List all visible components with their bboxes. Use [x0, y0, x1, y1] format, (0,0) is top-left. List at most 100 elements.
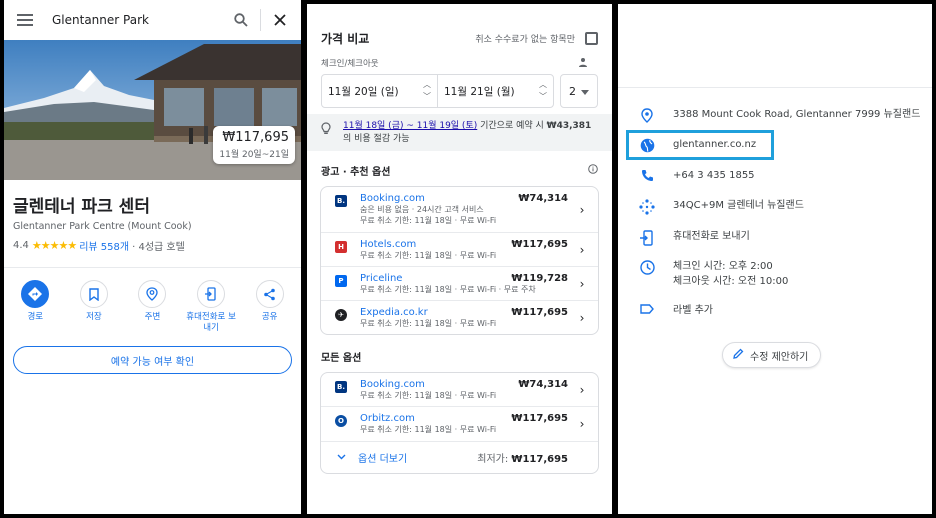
offer-detail: 무료 취소 기한: 11월 18일 · 무료 Wi-Fi [360, 318, 497, 328]
all-options-title: 모든 옵션 [321, 353, 362, 365]
hotel-subtitle: Glentanner Park Centre (Mount Cook) [13, 221, 192, 232]
search-bar: Glentanner Park [4, 0, 301, 40]
offer-price: ₩74,314 [518, 379, 568, 391]
lightbulb-icon [321, 122, 331, 140]
offer-row[interactable]: B. Booking.com ₩74,314 숨은 비용 없음 · 24시간 고객… [321, 187, 598, 231]
price-compare-title: 가격 비교 [321, 32, 370, 46]
tip-amount: ₩43,381 [546, 121, 592, 131]
search-input[interactable]: Glentanner Park [52, 13, 230, 27]
menu-icon[interactable] [14, 9, 36, 31]
phone-row[interactable]: +64 3 435 1855 [638, 169, 755, 184]
offer-site: Expedia.co.kr [360, 306, 428, 318]
action-label: 저장 [86, 312, 102, 322]
plus-code-row[interactable]: 34QC+9M 글렌테너 뉴질랜드 [638, 199, 804, 215]
offer-site: Booking.com [360, 193, 425, 205]
offer-site: Priceline [360, 272, 403, 284]
search-icon[interactable] [230, 9, 252, 31]
offer-row[interactable]: H Hotels.com ₩117,695 무료 취소 기한: 11월 18일 ·… [321, 231, 598, 266]
ads-card: B. Booking.com ₩74,314 숨은 비용 없음 · 24시간 고객… [320, 186, 599, 336]
review-count-link[interactable]: 리뷰 558개 [79, 238, 129, 253]
plus-code-icon [638, 199, 656, 215]
rating-row: 4.4 ★★★★★ 리뷰 558개 · 4성급 호텔 [13, 238, 292, 253]
website-highlight-box [626, 130, 774, 160]
location-pin-icon [638, 108, 656, 123]
expedia-logo-icon: ✈ [335, 308, 347, 321]
send-to-phone-icon [197, 280, 226, 308]
place-panel: Glentanner Park ₩117,695 11월 20일~21일 글렌테… [4, 0, 301, 514]
lowest-price-value: ₩117,695 [511, 453, 568, 465]
offer-site: Hotels.com [360, 238, 417, 250]
badge-price: ₩117,695 [222, 130, 289, 145]
ads-section-title: 광고 · 추천 옵션 [321, 167, 391, 179]
free-cancel-checkbox[interactable]: 취소 수수료가 없는 항목만 [475, 32, 598, 45]
all-options-card: B. Booking.com ₩74,314 무료 취소 기한: 11월 18일 … [320, 372, 599, 474]
divider [260, 9, 261, 31]
bookmark-icon [79, 280, 108, 308]
offer-detail: 무료 취소 기한: 11월 18일 · 무료 Wi-Fi [360, 391, 497, 401]
suggest-edit-label: 수정 제안하기 [750, 351, 809, 363]
directions-icon [21, 280, 50, 308]
offer-price: ₩117,695 [511, 306, 568, 318]
chevron-right-icon: › [579, 202, 585, 217]
guest-count: 2 [569, 84, 576, 98]
divider [618, 87, 932, 88]
checkin-date[interactable]: 11월 20일 (일) ︿ ﹀ [322, 75, 437, 107]
offer-row[interactable]: B. Booking.com ₩74,314 무료 취소 기한: 11월 18일 … [321, 373, 598, 406]
tip-dates-link[interactable]: 11월 18일 (금) ~ 11월 19일 (토) [343, 121, 477, 131]
hotel-photo[interactable]: ₩117,695 11월 20일~21일 [4, 40, 301, 180]
offer-row[interactable]: O Orbitz.com ₩117,695 무료 취소 기한: 11월 18일 ·… [321, 406, 598, 440]
save-button[interactable]: 저장 [66, 280, 122, 334]
checkin-time: 체크인 시간: 오후 2:00 [673, 261, 773, 272]
share-button[interactable]: 공유 [242, 280, 298, 334]
close-icon[interactable] [269, 9, 291, 31]
chevron-down-icon [337, 452, 346, 463]
stepper-arrows-icon[interactable]: ︿ ﹀ [539, 79, 547, 103]
checkin-date-value: 11월 20일 (일) [328, 85, 399, 98]
chevron-right-icon: › [579, 276, 585, 291]
offer-detail: 무료 취소 기한: 11월 18일 · 무료 Wi-Fi [360, 425, 497, 435]
send-to-phone-row[interactable]: 휴대전화로 보내기 [638, 230, 750, 246]
phone-icon [638, 169, 656, 182]
offer-site: Orbitz.com [360, 413, 415, 425]
action-label: 휴대전화로 보내기 [186, 312, 236, 334]
checkout-time: 체크아웃 시간: 오전 10:00 [673, 275, 789, 287]
chevron-right-icon: › [579, 311, 585, 326]
send-to-phone-icon [638, 230, 656, 246]
free-cancel-label: 취소 수수료가 없는 항목만 [475, 35, 575, 45]
hotel-class: · 4성급 호텔 [132, 242, 185, 253]
booking-logo-icon: B. [335, 195, 347, 208]
check-availability-button[interactable]: 예약 가능 여부 확인 [13, 346, 292, 375]
send-to-phone-button[interactable]: 휴대전화로 보내기 [183, 280, 239, 334]
guest-count-select[interactable]: 2 [560, 74, 598, 108]
savings-tip[interactable]: 11월 18일 (금) ~ 11월 19일 (토) 기간으로 예약 시 ₩43,… [307, 114, 612, 152]
checkout-date-value: 11월 21일 (월) [444, 85, 515, 98]
chevron-right-icon: › [579, 383, 585, 398]
address-text: 3388 Mount Cook Road, Glentanner 7999 뉴질… [673, 109, 921, 120]
more-options-button[interactable]: 옵션 더보기 [337, 450, 407, 465]
address-row[interactable]: 3388 Mount Cook Road, Glentanner 7999 뉴질… [638, 108, 920, 123]
directions-button[interactable]: 경로 [7, 280, 63, 334]
nearby-button[interactable]: 주변 [124, 280, 180, 334]
offer-detail: 숨은 비용 없음 · 24시간 고객 서비스 [360, 205, 484, 215]
action-bar: 경로 저장 주변 휴대전화로 보내기 공유 [4, 268, 301, 334]
checkin-time-row: 체크인 시간: 오후 2:00 체크아웃 시간: 오전 10:00 [638, 260, 788, 289]
offer-detail: 무료 취소 기한: 11월 18일 · 무료 Wi-Fi [360, 250, 497, 260]
checkout-date[interactable]: 11월 21일 (월) ︿ ﹀ [437, 75, 553, 107]
plus-code-text: 34QC+9M 글렌테너 뉴질랜드 [673, 200, 804, 211]
checkbox-icon[interactable] [585, 32, 598, 45]
add-label-row[interactable]: 라벨 추가 [638, 304, 713, 319]
action-label: 경로 [27, 312, 44, 322]
offer-row[interactable]: P Priceline ₩119,728 무료 취소 기한: 11월 18일 · … [321, 265, 598, 300]
price-badge[interactable]: ₩117,695 11월 20일~21일 [213, 126, 295, 164]
suggest-edit-button[interactable]: 수정 제안하기 [722, 342, 822, 368]
label-icon [638, 304, 656, 314]
pencil-icon [733, 348, 744, 362]
offer-price: ₩119,728 [511, 272, 568, 284]
rating-score: 4.4 [13, 240, 29, 251]
info-icon[interactable] [588, 164, 598, 177]
lowest-price-label: 최저가: [477, 453, 512, 465]
nearby-icon [138, 280, 167, 308]
clock-icon [638, 260, 656, 275]
stepper-arrows-icon[interactable]: ︿ ﹀ [423, 79, 431, 103]
offer-row[interactable]: ✈ Expedia.co.kr ₩117,695 무료 취소 기한: 11월 18… [321, 299, 598, 334]
